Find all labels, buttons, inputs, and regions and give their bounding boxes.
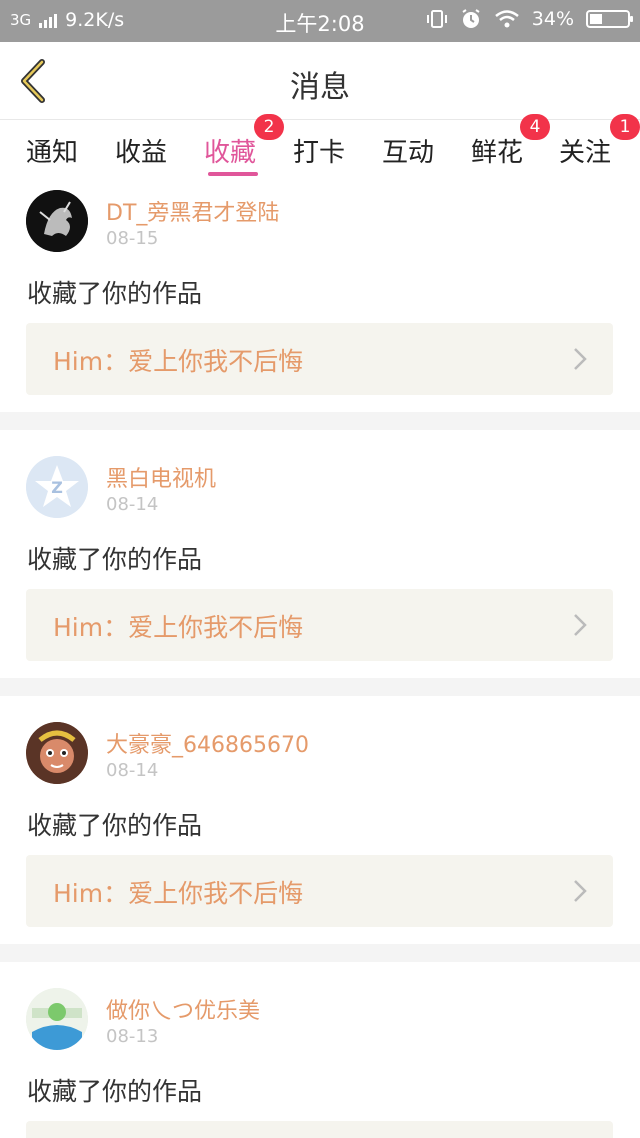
message-item: Z 黑白电视机 08-14 收藏了你的作品 Him：爱上你我不后悔 — [0, 430, 640, 678]
message-item: 大豪豪_646865670 08-14 收藏了你的作品 Him：爱上你我不后悔 — [0, 696, 640, 944]
work-title: Him：爱上你我不后悔 — [53, 879, 304, 908]
username[interactable]: 做你乀つ优乐美 — [106, 993, 260, 1025]
chevron-right-icon — [574, 348, 587, 370]
tab-favorites[interactable]: 收藏 — [204, 132, 256, 169]
chevron-right-icon — [574, 880, 587, 902]
work-link[interactable] — [26, 1121, 613, 1138]
message-date: 08-13 — [106, 1026, 159, 1047]
avatar-image — [26, 190, 88, 252]
tab-interactions[interactable]: 互动 — [382, 132, 434, 169]
avatar[interactable] — [26, 190, 88, 252]
message-date: 08-15 — [106, 228, 159, 249]
tab-earnings[interactable]: 收益 — [115, 132, 167, 169]
message-date: 08-14 — [106, 760, 159, 781]
message-item: 做你乀つ优乐美 08-13 收藏了你的作品 — [0, 962, 640, 1138]
svg-text:Z: Z — [51, 478, 63, 497]
vibrate-icon — [426, 10, 447, 28]
divider — [0, 944, 640, 962]
avatar-image: Z — [26, 456, 88, 518]
username[interactable]: 黑白电视机 — [106, 461, 216, 493]
tab-checkin[interactable]: 打卡 — [293, 132, 345, 169]
status-bar: 3G 9.2K/s 上午2:08 34% — [0, 0, 640, 42]
message-action: 收藏了你的作品 — [27, 279, 203, 308]
tab-favorites-badge: 2 — [254, 114, 284, 140]
avatar[interactable] — [26, 722, 88, 784]
message-action: 收藏了你的作品 — [27, 811, 203, 840]
tab-bar: 通知 收益 收藏 2 打卡 互动 鲜花 4 关注 1 — [0, 114, 640, 182]
avatar[interactable]: Z — [26, 456, 88, 518]
tab-follow[interactable]: 关注 — [559, 132, 611, 169]
nav-bar: 消息 — [0, 42, 640, 120]
tab-flowers-badge: 4 — [520, 114, 550, 140]
message-action: 收藏了你的作品 — [27, 1077, 203, 1106]
username[interactable]: 大豪豪_646865670 — [106, 727, 309, 759]
active-tab-indicator — [208, 172, 258, 176]
work-link[interactable]: Him：爱上你我不后悔 — [26, 589, 613, 661]
message-item: DT_旁黑君才登陆 08-15 收藏了你的作品 Him：爱上你我不后悔 — [0, 182, 640, 412]
battery-icon — [586, 10, 633, 28]
avatar-image — [26, 722, 88, 784]
avatar-image — [26, 988, 88, 1050]
tab-notifications[interactable]: 通知 — [26, 132, 78, 169]
message-action: 收藏了你的作品 — [27, 545, 203, 574]
tab-flowers[interactable]: 鲜花 — [471, 132, 523, 169]
work-link[interactable]: Him：爱上你我不后悔 — [26, 855, 613, 927]
username[interactable]: DT_旁黑君才登陆 — [106, 195, 279, 227]
chevron-right-icon — [574, 614, 587, 636]
work-title: Him：爱上你我不后悔 — [53, 613, 304, 642]
divider — [0, 678, 640, 696]
wifi-icon — [494, 10, 519, 28]
work-link[interactable]: Him：爱上你我不后悔 — [26, 323, 613, 395]
message-date: 08-14 — [106, 494, 159, 515]
divider — [0, 412, 640, 430]
tab-follow-badge: 1 — [610, 114, 640, 140]
avatar[interactable] — [26, 988, 88, 1050]
work-title: Him：爱上你我不后悔 — [53, 347, 304, 376]
battery-percent: 34% — [531, 8, 574, 30]
alarm-icon — [462, 9, 480, 28]
page-title: 消息 — [290, 70, 350, 105]
